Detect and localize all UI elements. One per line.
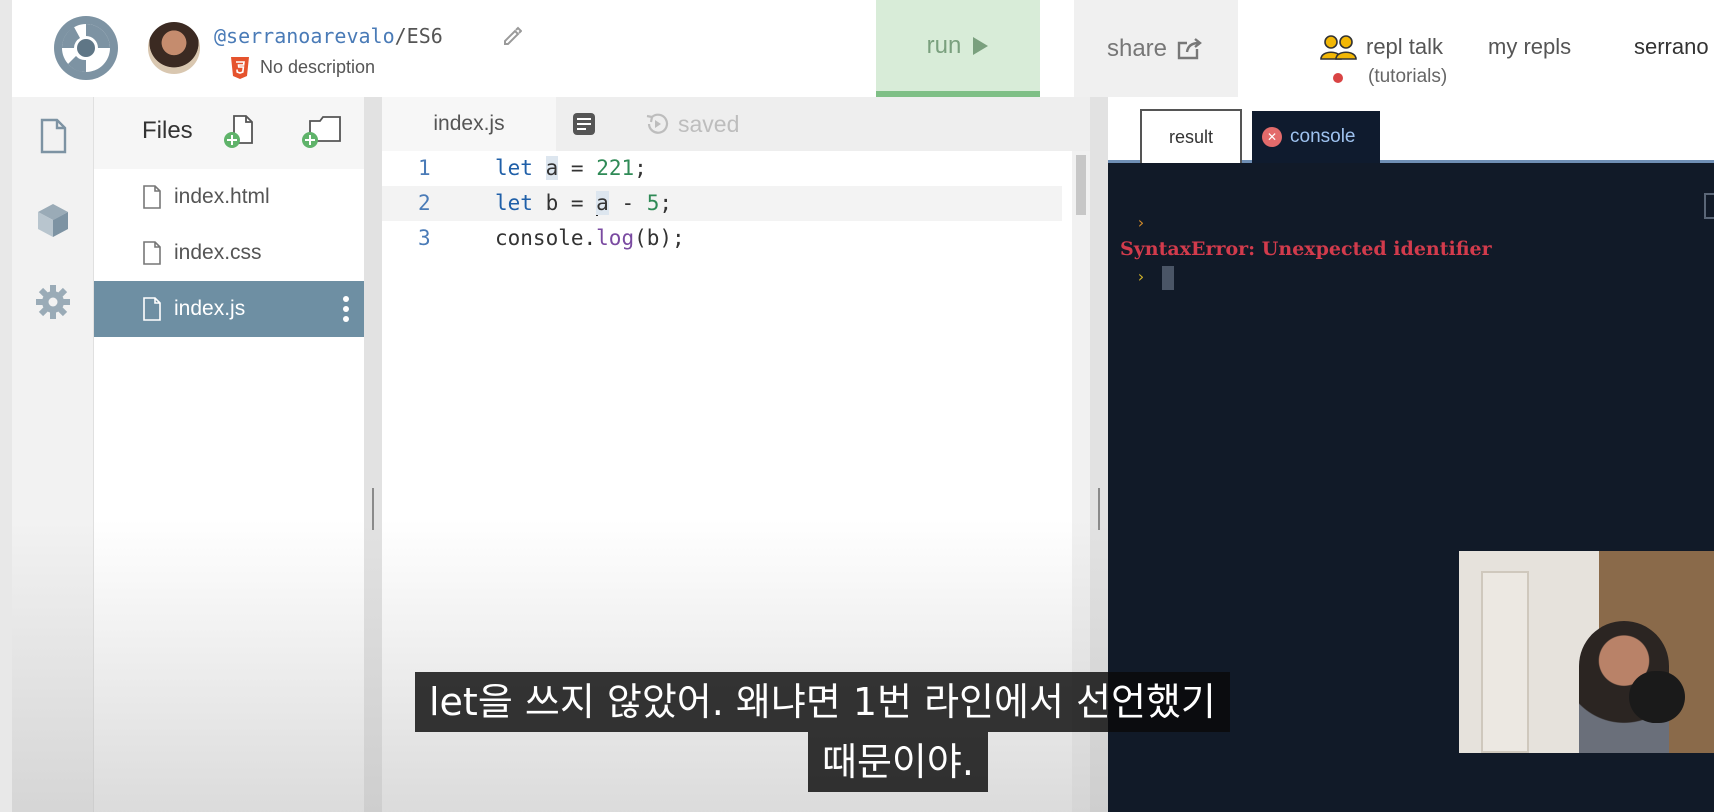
- history-icon: [646, 113, 669, 134]
- code-text[interactable]: let a = 221;: [495, 151, 647, 186]
- file-item-index-js[interactable]: index.js: [94, 281, 364, 337]
- repl-talk-link[interactable]: repl talk: [1366, 34, 1443, 60]
- run-button[interactable]: run: [876, 0, 1040, 97]
- subtitle-line-1: let을 쓰지 않았어. 왜냐면 1번 라인에서 선언했기: [415, 672, 1230, 732]
- people-icon: [1320, 35, 1357, 60]
- console-prompt: ›: [1136, 213, 1146, 232]
- new-file-icon[interactable]: [222, 113, 258, 149]
- top-header: @serranoarevalo/ES6 No description run s…: [12, 0, 1714, 97]
- run-label: run: [926, 31, 962, 59]
- avatar[interactable]: [148, 22, 200, 74]
- console-cursor[interactable]: [1162, 266, 1174, 290]
- kebab-icon[interactable]: [342, 295, 350, 323]
- code-line[interactable]: 3 console.log(b);: [382, 221, 1062, 256]
- share-button[interactable]: share: [1074, 0, 1238, 97]
- tab-result[interactable]: result: [1140, 109, 1242, 163]
- repl-name[interactable]: ES6: [407, 24, 443, 48]
- repl-path[interactable]: @serranoarevalo/ES6: [214, 24, 443, 48]
- code-text[interactable]: console.log(b);: [495, 221, 685, 256]
- files-header: Files: [94, 97, 364, 169]
- files-title: Files: [142, 117, 193, 144]
- tab-console-label: console: [1290, 126, 1356, 147]
- new-folder-icon[interactable]: [300, 113, 344, 149]
- file-icon: [143, 297, 161, 321]
- path-separator: /: [394, 24, 407, 48]
- html5-icon: [231, 57, 249, 79]
- expand-icon[interactable]: [1704, 193, 1714, 219]
- tab-console[interactable]: ✕ console: [1252, 111, 1380, 163]
- error-x-icon: ✕: [1262, 127, 1282, 147]
- video-subtitles: let을 쓰지 않았어. 왜냐면 1번 라인에서 선언했기 때문이야.: [0, 672, 1714, 802]
- pencil-icon[interactable]: [502, 26, 522, 46]
- resizer-grip[interactable]: [372, 488, 374, 530]
- account-username[interactable]: serrano: [1634, 34, 1709, 60]
- code-line-current[interactable]: 2 let b = a - 5;: [382, 186, 1062, 221]
- file-name: index.js: [174, 297, 246, 320]
- file-icon: [143, 185, 161, 209]
- repl-talk-subtitle[interactable]: (tutorials): [1368, 66, 1447, 88]
- share-label: share: [1106, 34, 1168, 62]
- scroll-thumb[interactable]: [1076, 155, 1086, 215]
- file-name: index.html: [174, 185, 270, 208]
- file-item-index-html[interactable]: index.html: [94, 169, 364, 225]
- console-error-message: SyntaxError: Unexpected identifier: [1120, 238, 1492, 260]
- console-prompt: ›: [1136, 267, 1146, 286]
- code-line[interactable]: 1 let a = 221;: [382, 151, 1062, 186]
- subtitle-line-2: 때문이야.: [808, 732, 988, 792]
- notification-dot: [1333, 73, 1343, 83]
- repl-owner[interactable]: @serranoarevalo: [214, 24, 395, 48]
- share-icon: [1177, 37, 1202, 59]
- repl-description[interactable]: No description: [260, 57, 375, 78]
- file-icon: [143, 241, 161, 265]
- editor-tab-bar: index.js saved: [382, 97, 1090, 151]
- line-number: 1: [418, 156, 431, 180]
- tab-index-js[interactable]: index.js: [382, 97, 556, 151]
- line-number: 3: [418, 226, 431, 250]
- my-repls-link[interactable]: my repls: [1488, 34, 1571, 60]
- play-icon: [973, 36, 989, 55]
- replit-logo-icon[interactable]: [52, 14, 120, 82]
- resizer-grip[interactable]: [1098, 488, 1100, 530]
- gear-icon[interactable]: [34, 283, 72, 321]
- output-tab-bar: result ✕ console: [1108, 97, 1714, 163]
- code-text[interactable]: let b = a - 5;: [495, 186, 672, 221]
- line-number: 2: [418, 191, 431, 215]
- file-icon[interactable]: [34, 117, 72, 155]
- file-item-index-css[interactable]: index.css: [94, 225, 364, 281]
- save-status: saved: [678, 111, 740, 137]
- package-icon[interactable]: [34, 201, 72, 239]
- file-name: index.css: [174, 241, 262, 264]
- format-icon[interactable]: [572, 112, 596, 136]
